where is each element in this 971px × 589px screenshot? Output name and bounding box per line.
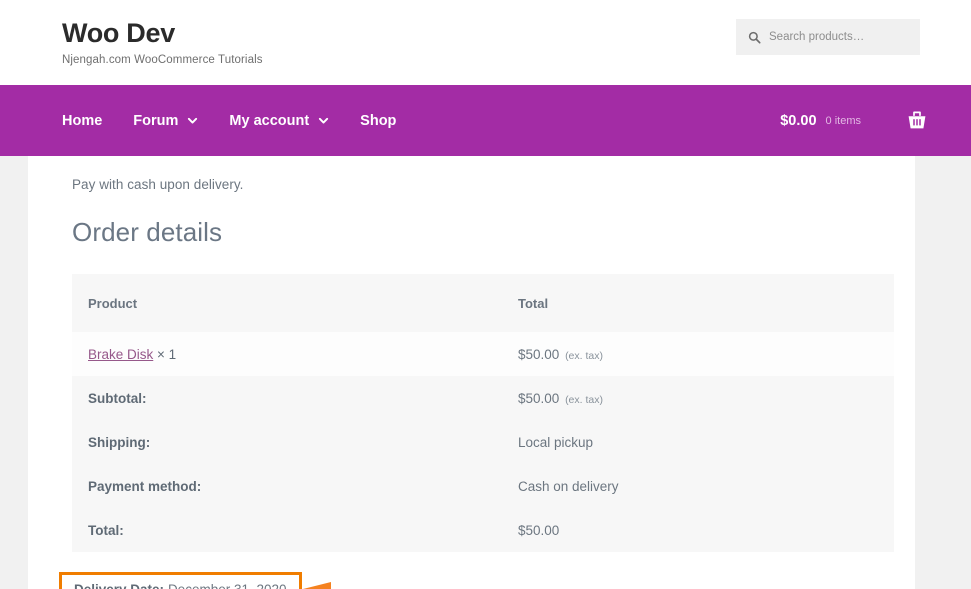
payment-instruction-note: Pay with cash upon delivery. [72, 177, 244, 192]
table-row: Brake Disk × 1 $50.00 (ex. tax) [72, 332, 894, 376]
nav-item-label: Forum [133, 112, 179, 129]
nav-item-label: Home [62, 112, 103, 129]
row-value-total: $50.00 [518, 522, 560, 538]
search-box[interactable] [736, 19, 920, 55]
search-input[interactable] [769, 31, 908, 43]
cart-summary[interactable]: $0.00 0 items [780, 85, 861, 156]
site-header: Woo Dev Njengah.com WooCommerce Tutorial… [0, 0, 971, 85]
table-row: Payment method: Cash on delivery [72, 464, 894, 508]
primary-menu: Home Forum My account Shop [62, 85, 396, 156]
subtotal-tax-note: (ex. tax) [565, 393, 603, 406]
primary-navigation-bar: Home Forum My account Shop $0.00 0 items [0, 85, 971, 156]
page-root: Woo Dev Njengah.com WooCommerce Tutorial… [0, 0, 971, 589]
order-item-tax-note: (ex. tax) [565, 349, 603, 362]
product-link[interactable]: Brake Disk [88, 347, 153, 362]
delivery-date-label: Delivery Date: [74, 582, 164, 589]
cart-item-count: 0 items [825, 114, 861, 127]
search-icon [748, 31, 761, 44]
order-table-head: Product Total [72, 274, 894, 332]
column-header-product: Product [88, 295, 138, 311]
order-table-body: Brake Disk × 1 $50.00 (ex. tax) Subtotal… [72, 332, 894, 552]
order-item-total-value: $50.00 [518, 346, 560, 362]
table-header-row: Product Total [72, 274, 894, 332]
row-value-subtotal: $50.00 [518, 390, 560, 406]
site-tagline: Njengah.com WooCommerce Tutorials [62, 54, 263, 67]
row-value-subtotal-cell: $50.00 (ex. tax) [502, 376, 894, 420]
row-label-shipping: Shipping: [88, 434, 151, 450]
row-label-total: Total: [88, 522, 124, 538]
table-row: Subtotal: $50.00 (ex. tax) [72, 376, 894, 420]
left-arrow-annotation-icon [287, 580, 417, 589]
nav-item-home[interactable]: Home [62, 113, 102, 129]
chevron-down-icon[interactable] [318, 115, 329, 126]
nav-item-forum[interactable]: Forum [133, 113, 198, 129]
site-branding[interactable]: Woo Dev Njengah.com WooCommerce Tutorial… [62, 18, 263, 66]
delivery-date-highlight-box: Delivery Date: December 31, 2020 [59, 572, 302, 589]
main-content-area: Pay with cash upon delivery. Order detai… [28, 156, 915, 589]
page-title: Order details [72, 217, 223, 247]
table-row: Shipping: Local pickup [72, 420, 894, 464]
product-quantity-value: × 1 [157, 346, 177, 362]
order-received-panel: Pay with cash upon delivery. Order detai… [28, 156, 915, 589]
cart-total-amount: $0.00 [780, 112, 817, 129]
delivery-date-block: Delivery Date: December 31, 2020 [59, 572, 871, 589]
chevron-down-icon[interactable] [187, 115, 198, 126]
nav-item-label: Shop [360, 112, 397, 129]
row-value-payment-method: Cash on delivery [518, 478, 619, 494]
order-item-product-cell: Brake Disk × 1 [72, 332, 502, 376]
nav-item-my-account[interactable]: My account [229, 113, 329, 129]
order-item-total-cell: $50.00 (ex. tax) [502, 332, 894, 376]
site-title[interactable]: Woo Dev [62, 18, 263, 49]
table-row: Total: $50.00 [72, 508, 894, 552]
row-label-subtotal: Subtotal: [88, 390, 147, 406]
order-details-table: Product Total Brake Disk × 1 $50.00 (ex.… [72, 274, 894, 552]
column-header-total: Total [518, 295, 549, 311]
nav-item-label: My account [229, 112, 310, 129]
shopping-basket-icon[interactable] [907, 111, 927, 130]
row-label-payment-method: Payment method: [88, 478, 202, 494]
row-value-shipping: Local pickup [518, 434, 594, 450]
nav-item-shop[interactable]: Shop [360, 113, 396, 129]
delivery-date-value: December 31, 2020 [168, 582, 287, 589]
